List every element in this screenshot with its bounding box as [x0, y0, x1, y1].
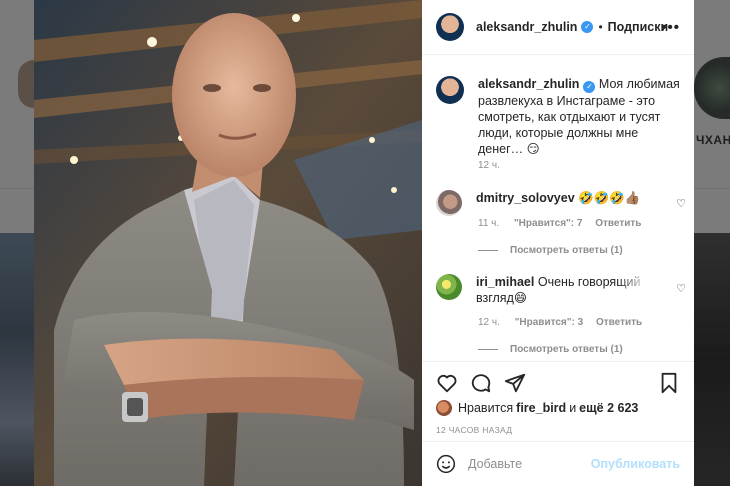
background-left-avatar: [18, 60, 34, 108]
comment-like-heart-icon[interactable]: ♡: [676, 282, 686, 295]
comment-avatar[interactable]: [436, 190, 462, 216]
liker-username[interactable]: fire_bird: [516, 401, 566, 415]
bookmark-icon[interactable]: [658, 372, 680, 394]
caption-author-avatar[interactable]: [436, 76, 464, 104]
liker-avatar[interactable]: [436, 400, 452, 416]
post-photo: [34, 0, 422, 486]
comment-meta: 12 ч. "Нравится": 3 Ответить: [478, 317, 642, 328]
view-replies-button[interactable]: Посмотреть ответы (1): [478, 344, 623, 355]
replies-line: [478, 349, 498, 350]
view-replies-label: Посмотреть ответы (1): [510, 245, 623, 256]
likes-conjunction: и: [569, 401, 577, 415]
comment-text-block: dmitry_solovyev 🤣🤣🤣👍🏽: [476, 190, 666, 216]
comment-meta: 11 ч. "Нравится": 7 Ответить: [478, 218, 641, 229]
comment-timestamp[interactable]: 12 ч.: [478, 317, 500, 328]
paper-plane-icon[interactable]: [504, 372, 526, 394]
header-separator: •: [598, 20, 603, 34]
replies-line: [478, 250, 498, 251]
likes-prefix: Нравится: [458, 401, 514, 415]
comment-likes-count[interactable]: "Нравится": 7: [514, 218, 583, 229]
post-details-panel: aleksandr_zhulin ✓ • Подписки ••• aleksa…: [422, 0, 694, 486]
action-icons-group: [436, 372, 526, 394]
comment-input[interactable]: Добавьте: [468, 457, 591, 471]
verified-check-icon: ✓: [583, 81, 596, 93]
verified-check-icon: ✓: [581, 21, 594, 33]
comment-bubble-icon[interactable]: [470, 372, 492, 394]
caption-text-block: aleksandr_zhulin ✓ Моя любимая развлекуха…: [478, 76, 684, 157]
reply-button[interactable]: Ответить: [595, 218, 641, 229]
author-avatar[interactable]: [436, 13, 464, 41]
likes-summary: Нравится fire_bird и ещё 2 623: [436, 400, 641, 416]
post-photo-image: [34, 0, 422, 486]
add-comment-bar: Добавьте Опубликовать: [422, 441, 694, 486]
post-caption: aleksandr_zhulin ✓ Моя любимая развлекуха…: [436, 76, 686, 157]
background-left-post: [0, 233, 34, 486]
background-right-post: [694, 233, 730, 486]
caption-username[interactable]: aleksandr_zhulin: [478, 77, 579, 91]
post-timestamp[interactable]: 12 ЧАСОВ НАЗАД: [436, 425, 512, 435]
comment-username[interactable]: dmitry_solovyev: [476, 191, 575, 205]
publish-button[interactable]: Опубликовать: [591, 457, 680, 471]
following-button[interactable]: Подписки: [608, 20, 669, 34]
heart-icon[interactable]: [436, 372, 458, 394]
likes-count[interactable]: ещё 2 623: [579, 401, 638, 415]
smiley-icon[interactable]: [436, 454, 456, 474]
post-header: aleksandr_zhulin ✓ • Подписки •••: [422, 0, 694, 55]
post-modal: aleksandr_zhulin ✓ • Подписки ••• aleksa…: [34, 0, 694, 486]
comment-username[interactable]: iri_mihael: [476, 275, 534, 289]
view-replies-label: Посмотреть ответы (1): [510, 344, 623, 355]
reply-button[interactable]: Ответить: [596, 317, 642, 328]
comment-avatar[interactable]: [436, 274, 462, 300]
comment-overflow-fade: [618, 271, 658, 307]
comment-item: dmitry_solovyev 🤣🤣🤣👍🏽: [436, 190, 686, 216]
caption-timestamp[interactable]: 12 ч.: [478, 160, 500, 171]
comment-timestamp[interactable]: 11 ч.: [478, 218, 499, 229]
more-options-icon[interactable]: •••: [661, 19, 680, 36]
author-username[interactable]: aleksandr_zhulin: [476, 20, 577, 34]
view-replies-button[interactable]: Посмотреть ответы (1): [478, 245, 623, 256]
comments-list[interactable]: aleksandr_zhulin ✓ Моя любимая развлекуха…: [422, 56, 694, 361]
comment-text: 🤣🤣🤣👍🏽: [578, 191, 641, 205]
background-right-name: ЧХАН: [696, 133, 730, 147]
comment-like-heart-icon[interactable]: ♡: [676, 197, 686, 210]
comment-likes-count[interactable]: "Нравится": 3: [515, 317, 584, 328]
